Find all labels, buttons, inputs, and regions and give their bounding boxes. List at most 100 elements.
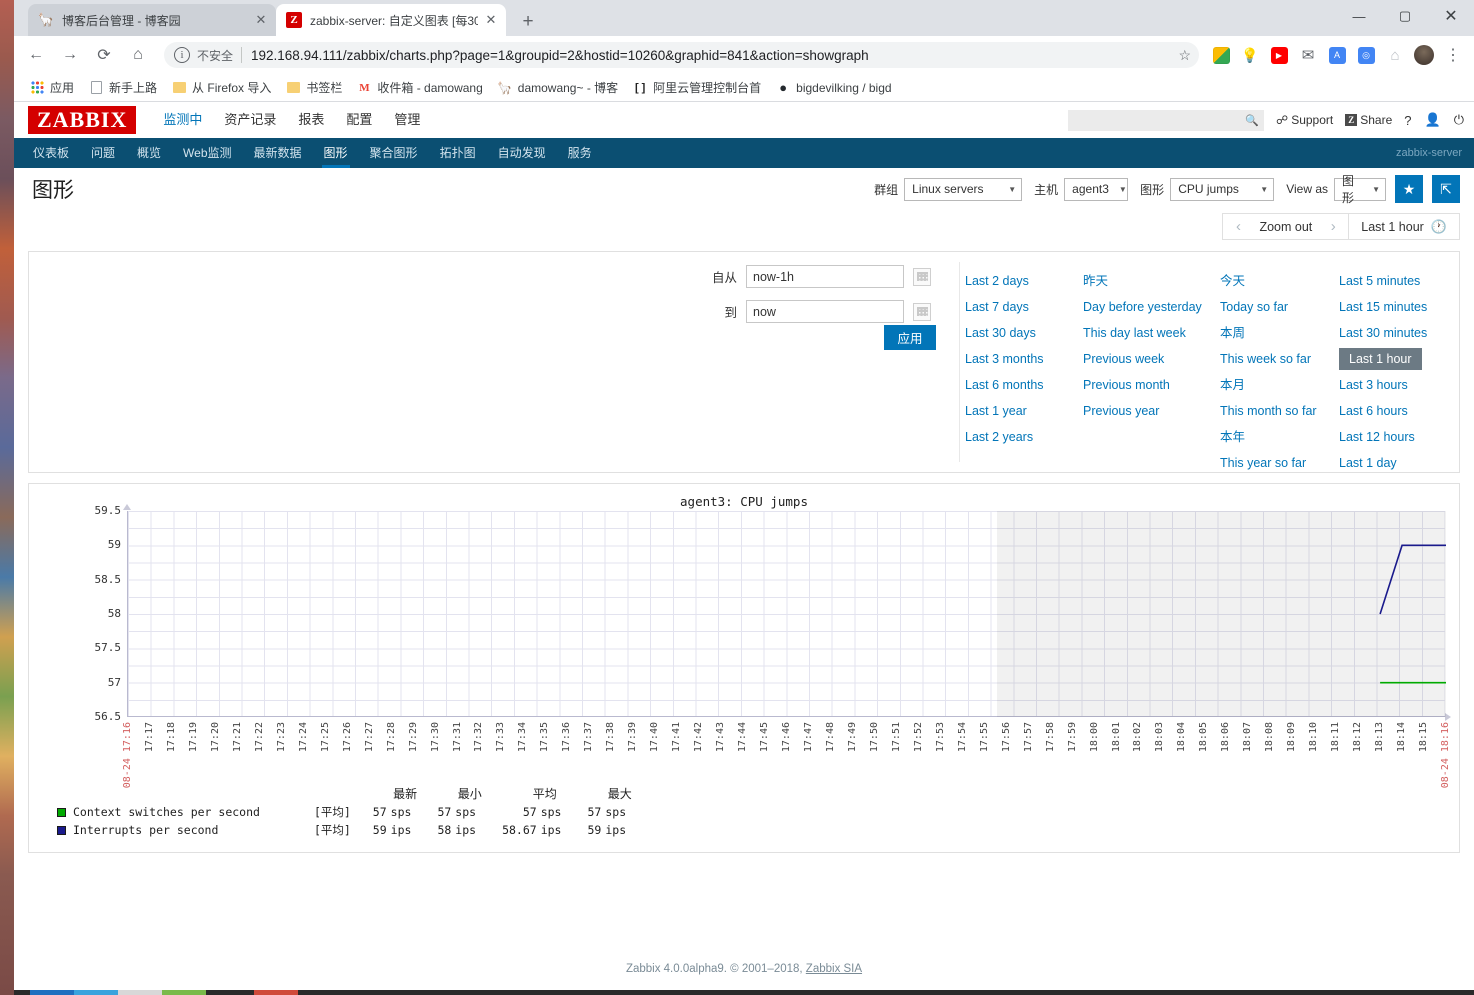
subnav-item-screens[interactable]: 聚合图形 — [359, 138, 429, 168]
quick-range-link[interactable]: Last 3 hours — [1339, 372, 1459, 398]
help-icon[interactable]: ? — [1404, 113, 1411, 128]
bookmark-gmail-inbox[interactable]: M 收件箱 - damowang — [349, 77, 489, 99]
host-select[interactable]: agent3 ▼ — [1064, 177, 1129, 201]
viewas-select[interactable]: 图形 ▼ — [1334, 174, 1386, 205]
nav-item-administration[interactable]: 管理 — [383, 102, 431, 138]
bookmark-aliyun-console[interactable]: [ ] 阿里云管理控制台首 — [625, 77, 768, 99]
quick-range-link[interactable]: Last 1 year — [965, 398, 1083, 424]
quick-range-link[interactable]: Last 12 hours — [1339, 424, 1459, 450]
zoom-out-button[interactable]: Zoom out — [1253, 220, 1318, 234]
quick-range-link[interactable]: This day last week — [1083, 320, 1220, 346]
avatar[interactable] — [1411, 42, 1437, 68]
subnav-item-maps[interactable]: 拓扑图 — [429, 138, 487, 168]
quick-range-link[interactable]: Last 6 hours — [1339, 398, 1459, 424]
browser-tab-1[interactable]: 🦙 博客后台管理 - 博客园 ✕ — [28, 4, 276, 36]
from-input[interactable] — [746, 265, 904, 288]
group-select[interactable]: Linux servers ▼ — [904, 177, 1023, 201]
time-range-tab[interactable]: Last 1 hour 🕐 — [1349, 213, 1460, 240]
bookmark-damowang-blog[interactable]: 🦙 damowang~ - 博客 — [490, 77, 625, 99]
favorite-star-button[interactable]: ★ — [1395, 175, 1423, 203]
quick-range-link[interactable]: Last 30 days — [965, 320, 1083, 346]
quick-range-link[interactable]: 今天 — [1220, 268, 1339, 294]
quick-range-link[interactable]: 本年 — [1220, 424, 1339, 450]
next-period-icon[interactable]: › — [1318, 214, 1348, 239]
support-link[interactable]: ☍ Support — [1276, 113, 1333, 127]
quick-range-link[interactable]: Last 3 months — [965, 346, 1083, 372]
quick-range-link[interactable]: Previous month — [1083, 372, 1220, 398]
subnav-item-discovery[interactable]: 自动发现 — [487, 138, 557, 168]
close-icon[interactable]: ✕ — [482, 11, 500, 29]
power-icon[interactable]: ⏻ — [1454, 112, 1464, 128]
close-icon[interactable]: ✕ — [252, 11, 270, 29]
quick-range-link[interactable]: Today so far — [1220, 294, 1339, 320]
search-input[interactable] — [1068, 109, 1265, 131]
reload-icon[interactable]: ⟳ — [90, 41, 118, 69]
bookmark-github-repo[interactable]: ● bigdevilking / bigd — [768, 77, 898, 99]
zabbix-logo[interactable]: ZABBIX — [28, 105, 137, 135]
nav-item-reports[interactable]: 报表 — [287, 102, 335, 138]
to-input[interactable] — [746, 300, 904, 323]
address-bar[interactable]: i 不安全 192.168.94.111/zabbix/charts.php?p… — [164, 42, 1199, 68]
fullscreen-button[interactable]: ⇱ — [1432, 175, 1460, 203]
graph-select[interactable]: CPU jumps ▼ — [1170, 177, 1275, 201]
user-icon[interactable]: 👤 — [1425, 112, 1441, 128]
nav-item-inventory[interactable]: 资产记录 — [213, 102, 287, 138]
prev-period-icon[interactable]: ‹ — [1223, 214, 1253, 239]
subnav-item-web[interactable]: Web监测 — [172, 138, 242, 168]
subnav-item-latest-data[interactable]: 最新数据 — [243, 138, 313, 168]
quick-range-link[interactable]: Previous week — [1083, 346, 1220, 372]
quick-range-link[interactable]: Last 15 minutes — [1339, 294, 1459, 320]
bookmark-newbie[interactable]: 新手上路 — [81, 77, 164, 99]
quick-range-link[interactable]: Last 2 days — [965, 268, 1083, 294]
photos-extension-icon[interactable] — [1208, 42, 1234, 68]
subnav-item-dashboard[interactable]: 仪表板 — [22, 138, 80, 168]
info-icon[interactable]: i — [174, 47, 190, 63]
back-icon[interactable]: ← — [22, 41, 50, 69]
quick-range-link[interactable]: Last 7 days — [965, 294, 1083, 320]
bookmark-firefox-import[interactable]: 从 Firefox 导入 — [164, 77, 278, 99]
quick-range-link[interactable]: Last 5 minutes — [1339, 268, 1459, 294]
bookmark-bookmarks-bar[interactable]: 书签栏 — [278, 77, 349, 99]
search-icon[interactable]: 🔍 — [1245, 114, 1259, 127]
minimize-button[interactable]: — — [1336, 0, 1382, 32]
nav-item-configuration[interactable]: 配置 — [335, 102, 383, 138]
quick-range-link[interactable]: Last 6 months — [965, 372, 1083, 398]
bookmark-star-icon[interactable]: ☆ — [1178, 47, 1191, 64]
maximize-button[interactable]: ▢ — [1382, 0, 1428, 32]
search-box[interactable]: 🔍 — [1068, 109, 1265, 131]
calendar-icon[interactable] — [913, 302, 931, 321]
browser-tab-2[interactable]: Z zabbix-server: 自定义图表 [每30 ✕ — [276, 4, 506, 36]
quick-range-link[interactable]: 昨天 — [1083, 268, 1220, 294]
chrome-menu-icon[interactable]: ⋮ — [1440, 42, 1466, 68]
search-extension-icon[interactable]: ◎ — [1353, 42, 1379, 68]
mail-icon[interactable]: ✉ — [1295, 42, 1321, 68]
quick-range-link[interactable]: This year so far — [1220, 450, 1339, 476]
quick-range-link[interactable]: 本周 — [1220, 320, 1339, 346]
subnav-item-problems[interactable]: 问题 — [80, 138, 126, 168]
quick-range-link[interactable]: 本月 — [1220, 372, 1339, 398]
youtube-icon[interactable]: ▶ — [1266, 42, 1292, 68]
home-icon[interactable]: ⌂ — [124, 41, 152, 69]
quick-range-link[interactable]: Last 30 minutes — [1339, 320, 1459, 346]
share-link[interactable]: Z Share — [1345, 113, 1392, 127]
footer-link[interactable]: Zabbix SIA — [806, 963, 862, 975]
quick-range-link[interactable]: This month so far — [1220, 398, 1339, 424]
quick-range-link[interactable]: Last 2 years — [965, 424, 1083, 450]
quick-range-link[interactable]: This week so far — [1220, 346, 1339, 372]
home-extension-icon[interactable]: ⌂ — [1382, 42, 1408, 68]
quick-range-link-selected[interactable]: Last 1 hour — [1339, 348, 1422, 370]
forward-icon[interactable]: → — [56, 41, 84, 69]
subnav-item-graphs[interactable]: 图形 — [313, 138, 359, 168]
subnav-item-overview[interactable]: 概览 — [126, 138, 172, 168]
quick-range-link[interactable]: Day before yesterday — [1083, 294, 1220, 320]
quick-range-link[interactable]: Last 1 day — [1339, 450, 1459, 476]
calendar-icon[interactable] — [913, 267, 931, 286]
nav-item-monitoring[interactable]: 监测中 — [152, 102, 213, 138]
subnav-item-services[interactable]: 服务 — [557, 138, 603, 168]
apply-button[interactable]: 应用 — [884, 325, 936, 350]
translate-extension-icon[interactable]: A — [1324, 42, 1350, 68]
plot-area[interactable] — [127, 511, 1446, 717]
close-window-button[interactable]: ✕ — [1428, 0, 1474, 32]
new-tab-button[interactable]: + — [514, 8, 542, 36]
quick-range-link[interactable]: Previous year — [1083, 398, 1220, 424]
